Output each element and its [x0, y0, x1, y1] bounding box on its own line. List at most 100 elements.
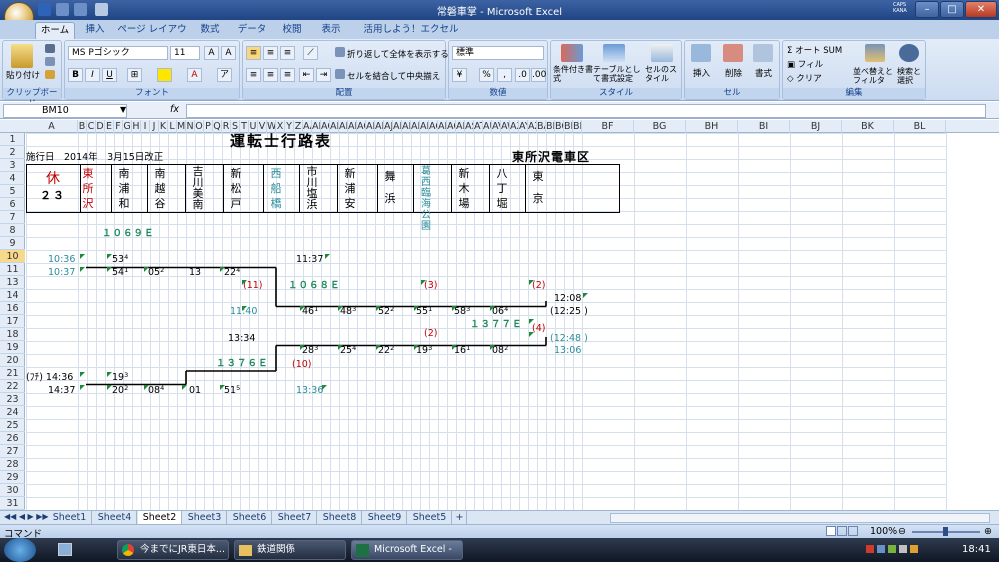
sheet-nav-arrows[interactable]: ◀◀ ◀ ▶ ▶▶: [4, 512, 49, 521]
sheet-tab[interactable]: Sheet2: [138, 511, 182, 524]
autosum-button[interactable]: Σ オート SUM: [787, 44, 842, 56]
font-color-button[interactable]: A: [187, 68, 202, 82]
comment-marker[interactable]: [300, 345, 305, 350]
comment-marker[interactable]: [452, 345, 457, 350]
formula-input[interactable]: [186, 104, 986, 118]
start-button[interactable]: [4, 538, 36, 562]
column-header[interactable]: AM: [411, 120, 420, 133]
row-header[interactable]: 30: [0, 484, 25, 497]
column-header[interactable]: AW: [501, 120, 510, 133]
close-button[interactable]: ✕: [965, 1, 997, 18]
column-header[interactable]: J: [150, 120, 159, 133]
column-header[interactable]: AD: [330, 120, 339, 133]
row-header[interactable]: 31: [0, 497, 25, 510]
taskbar-chrome[interactable]: 今までにJR東日本...: [117, 540, 229, 560]
decrease-indent-button[interactable]: ⇤: [299, 68, 314, 82]
column-header[interactable]: F: [114, 120, 123, 133]
comment-marker[interactable]: [107, 372, 112, 377]
taskbar-excel[interactable]: Microsoft Excel - ...: [351, 540, 463, 560]
comment-marker[interactable]: [338, 306, 343, 311]
bold-button[interactable]: B: [68, 68, 83, 82]
column-header[interactable]: BH: [686, 120, 738, 133]
comment-marker[interactable]: [325, 254, 330, 259]
name-box-dropdown-icon[interactable]: ▼: [120, 105, 126, 114]
comment-marker[interactable]: [80, 372, 85, 377]
column-header[interactable]: R: [222, 120, 231, 133]
fill-button[interactable]: ▣ フィル: [787, 58, 823, 70]
show-desktop-icon[interactable]: [58, 543, 72, 556]
increase-decimal-button[interactable]: .0: [515, 68, 530, 82]
zoom-out-button[interactable]: ⊖: [898, 526, 906, 537]
column-header[interactable]: AE: [339, 120, 348, 133]
tab-view[interactable]: 表示: [316, 22, 346, 39]
column-header[interactable]: U: [249, 120, 258, 133]
zoom-in-button[interactable]: ⊕: [984, 526, 992, 537]
tray-icons[interactable]: [866, 545, 950, 555]
row-header[interactable]: 13: [0, 276, 25, 289]
column-header[interactable]: G: [123, 120, 132, 133]
zoom-level[interactable]: 100%: [870, 526, 897, 537]
view-buttons[interactable]: [826, 526, 862, 537]
column-header[interactable]: AL: [402, 120, 411, 133]
comment-marker[interactable]: [300, 306, 305, 311]
comment-marker[interactable]: [144, 267, 149, 272]
column-header[interactable]: W: [267, 120, 276, 133]
row-header[interactable]: 2: [0, 146, 25, 159]
column-header[interactable]: BK: [842, 120, 894, 133]
comment-marker[interactable]: [80, 254, 85, 259]
column-header[interactable]: AC: [321, 120, 330, 133]
align-middle-button[interactable]: ≡: [263, 46, 278, 60]
underline-button[interactable]: U: [102, 68, 117, 82]
security-icon[interactable]: [866, 545, 874, 553]
comment-marker[interactable]: [182, 385, 187, 390]
column-header[interactable]: AY: [519, 120, 528, 133]
row-header[interactable]: 26: [0, 432, 25, 445]
sheet-tab[interactable]: Sheet8: [318, 511, 362, 524]
row-header[interactable]: 24: [0, 406, 25, 419]
update-icon[interactable]: [888, 545, 896, 553]
row-header[interactable]: 6: [0, 198, 25, 211]
comment-marker[interactable]: [583, 293, 588, 298]
format-table-button[interactable]: テーブルとして書式設定: [593, 65, 641, 83]
column-header[interactable]: O: [195, 120, 204, 133]
tab-data[interactable]: データ: [234, 22, 270, 39]
column-header[interactable]: Y: [285, 120, 294, 133]
comment-marker[interactable]: [220, 267, 225, 272]
comment-marker[interactable]: [490, 345, 495, 350]
page-break-view-icon[interactable]: [848, 526, 858, 536]
worksheet-grid[interactable]: 運転士行路表 施行日 2014年 3月15日改正 東所沢電車区 休 ２３ 東所沢…: [26, 133, 999, 510]
column-header[interactable]: M: [177, 120, 186, 133]
delete-cells-button[interactable]: 削除: [725, 67, 742, 79]
column-header[interactable]: Q: [213, 120, 222, 133]
name-box[interactable]: BM10: [3, 104, 127, 118]
row-header[interactable]: 10: [0, 250, 25, 263]
normal-view-icon[interactable]: [826, 526, 836, 536]
sheet-tab[interactable]: Sheet7: [273, 511, 317, 524]
row-header[interactable]: 1: [0, 133, 25, 146]
column-header[interactable]: AS: [465, 120, 474, 133]
row-header[interactable]: 11: [0, 263, 25, 276]
row-header[interactable]: 20: [0, 354, 25, 367]
sort-filter-button[interactable]: 並べ替えとフィルタ: [853, 67, 895, 85]
column-header[interactable]: E: [105, 120, 114, 133]
row-header[interactable]: 17: [0, 315, 25, 328]
tab-home[interactable]: ホーム: [35, 22, 75, 39]
comment-marker[interactable]: [529, 319, 534, 324]
tab-excel-tips[interactable]: 活用しよう！エクセル: [356, 22, 466, 39]
column-header[interactable]: BA: [537, 120, 546, 133]
comment-marker[interactable]: [107, 267, 112, 272]
comma-button[interactable]: ,: [497, 68, 512, 82]
sheet-tab[interactable]: Sheet9: [363, 511, 407, 524]
row-header[interactable]: 29: [0, 471, 25, 484]
column-header[interactable]: BI: [738, 120, 790, 133]
column-header[interactable]: AJ: [384, 120, 393, 133]
merge-center-button[interactable]: セルを結合して中央揃え: [347, 70, 440, 82]
conditional-format-button[interactable]: 条件付き書式: [553, 65, 593, 83]
number-format-select[interactable]: 標準: [452, 46, 544, 60]
column-header[interactable]: BC: [555, 120, 564, 133]
tab-page-layout[interactable]: ページ レイアウト: [116, 22, 188, 51]
row-header[interactable]: 16: [0, 302, 25, 315]
column-header[interactable]: T: [240, 120, 249, 133]
column-header[interactable]: AF: [348, 120, 357, 133]
column-header[interactable]: H: [132, 120, 141, 133]
